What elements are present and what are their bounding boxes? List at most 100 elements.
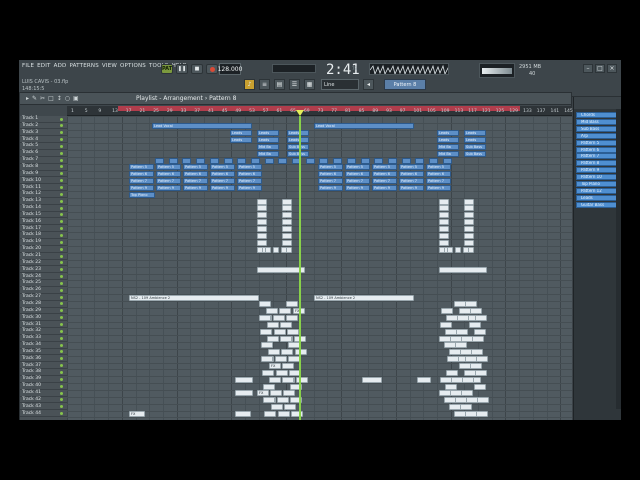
master-pitch-slider[interactable]: [272, 64, 316, 73]
pattern-list-item[interactable]: Guitar Bass: [576, 201, 620, 208]
playlist-clip[interactable]: Pattern 7: [129, 178, 154, 185]
playlist-clip[interactable]: [235, 390, 253, 397]
arrow-left-icon[interactable]: ◂: [363, 79, 374, 90]
playlist-clip[interactable]: [360, 157, 370, 164]
playlist-clip[interactable]: [464, 232, 474, 239]
track-header-row[interactable]: Track 43: [20, 404, 67, 411]
playlist-clip[interactable]: [223, 157, 233, 164]
playlist-clip[interactable]: Pattern 7: [318, 178, 343, 185]
playlist-clip[interactable]: [374, 157, 384, 164]
browser-icon[interactable]: ▦: [304, 79, 315, 90]
playlist-clip[interactable]: Leads: [230, 136, 252, 143]
track-mute-led[interactable]: [60, 268, 63, 272]
playlist-icon[interactable]: ≡: [259, 79, 270, 90]
playlist-clip[interactable]: [460, 404, 472, 411]
pattern-list-item[interactable]: Pattern 5: [576, 139, 620, 146]
playlist-clip[interactable]: [415, 157, 425, 164]
track-mute-led[interactable]: [60, 412, 63, 416]
track-header-row[interactable]: Track 41: [20, 390, 67, 397]
playlist-clip[interactable]: Lead Vocal: [152, 123, 252, 130]
track-mute-led[interactable]: [60, 316, 63, 320]
playlist-clip[interactable]: [456, 328, 468, 335]
track-mute-led[interactable]: [60, 220, 63, 224]
playlist-clip[interactable]: [477, 397, 489, 404]
track-mute-led[interactable]: [60, 288, 63, 292]
playlist-clip[interactable]: Leads: [437, 130, 459, 137]
track-header-row[interactable]: Track 6: [20, 150, 67, 157]
pattern-list-item[interactable]: Sub Bass: [576, 125, 620, 132]
track-header-row[interactable]: Track 22: [20, 260, 67, 267]
playlist-clip[interactable]: [282, 226, 292, 232]
menu-edit[interactable]: EDIT: [37, 63, 51, 69]
playlist-clip[interactable]: Pattern 7: [183, 178, 208, 185]
playlist-clip[interactable]: Pattern 9: [399, 184, 424, 191]
playlist-clip[interactable]: Pattern 5: [399, 164, 424, 171]
playlist-clip[interactable]: [362, 376, 382, 383]
snap-selector[interactable]: Line: [321, 79, 359, 90]
pattern-list-item[interactable]: Pattern 9: [576, 167, 620, 174]
track-header-row[interactable]: Track 13: [20, 198, 67, 205]
playlist-clip[interactable]: Pattern 9: [210, 184, 235, 191]
playlist-clip[interactable]: [268, 349, 280, 356]
playlist-clip[interactable]: Pattern 6: [426, 171, 451, 178]
track-mute-led[interactable]: [60, 391, 63, 395]
playlist-clip[interactable]: Top Piano: [129, 191, 155, 198]
playlist-clip[interactable]: [439, 226, 449, 232]
playlist-clip[interactable]: [262, 369, 274, 376]
playlist-clip[interactable]: [474, 383, 486, 390]
playlist-clip[interactable]: Pattern 6: [372, 171, 397, 178]
track-header-row[interactable]: Track 20: [20, 246, 67, 253]
track-mute-led[interactable]: [60, 144, 63, 148]
track-mute-led[interactable]: [60, 192, 63, 196]
playlist-clip[interactable]: Pattern 9: [318, 184, 343, 191]
playlist-clip[interactable]: [455, 342, 467, 349]
track-header-row[interactable]: Track 29: [20, 308, 67, 315]
timeline-ruler[interactable]: 1 5 9 13 17 21 25 29 33 37 41 45 49 53 57 61 65 69 73 77 81 8…: [67, 106, 573, 116]
draw-tool-icon[interactable]: ✎: [32, 95, 37, 102]
playlist-clip[interactable]: [401, 157, 411, 164]
pattern-list-item[interactable]: Arp: [576, 132, 620, 139]
playlist-clip[interactable]: [469, 321, 481, 328]
track-header-row[interactable]: Track 28: [20, 301, 67, 308]
menu-file[interactable]: FILE: [22, 63, 34, 69]
track-mute-led[interactable]: [60, 117, 63, 121]
playlist-clip[interactable]: [282, 198, 292, 205]
playlist-clip[interactable]: [257, 246, 263, 253]
playlist-clip[interactable]: [286, 301, 298, 308]
playlist-clip[interactable]: Pattern 5: [237, 164, 262, 171]
playlist-clip[interactable]: [263, 383, 275, 390]
track-mute-led[interactable]: [60, 158, 63, 162]
playlist-clip[interactable]: [155, 157, 164, 164]
menu-view[interactable]: VIEW: [102, 63, 117, 69]
track-header-row[interactable]: Track 23: [20, 267, 67, 274]
pattern-list-item[interactable]: Pattern 8: [576, 160, 620, 167]
playlist-clip[interactable]: [475, 315, 487, 322]
track-header-row[interactable]: Track 3: [20, 130, 67, 137]
track-header-row[interactable]: Track 44: [20, 411, 67, 418]
playlist-clip[interactable]: [282, 212, 292, 219]
playlist-clip[interactable]: [235, 376, 253, 383]
playlist-clip[interactable]: Leads: [257, 130, 279, 137]
track-header-row[interactable]: Track 26: [20, 287, 67, 294]
playlist-clip[interactable]: [276, 369, 288, 376]
playlist-clip[interactable]: [284, 404, 296, 411]
playlist-clip[interactable]: FX: [269, 363, 281, 369]
playlist-clip[interactable]: [464, 205, 474, 212]
menu-options[interactable]: OPTIONS: [120, 63, 146, 69]
playlist-clip[interactable]: [445, 383, 457, 390]
playlist-clip[interactable]: [283, 390, 295, 397]
playlist-clip[interactable]: Leads: [464, 136, 486, 143]
playlist-clip[interactable]: [282, 376, 294, 383]
select-tool-icon[interactable]: ▸: [26, 95, 29, 102]
pattern-list-scrollbar[interactable]: [616, 109, 621, 409]
playlist-clip[interactable]: [261, 342, 273, 349]
playlist-clip[interactable]: Pattern 6: [156, 171, 181, 178]
playlist-clip[interactable]: Mid Ba: [257, 143, 279, 150]
track-header-row[interactable]: Track 30: [20, 315, 67, 322]
track-mute-led[interactable]: [60, 275, 63, 279]
playlist-clip[interactable]: NS2 - 109 Ambience 2: [129, 294, 259, 301]
playlist-clip[interactable]: [274, 328, 286, 335]
playlist-clip[interactable]: Sub Bass: [464, 150, 486, 157]
playlist-clip[interactable]: [441, 308, 453, 315]
track-mute-led[interactable]: [60, 131, 63, 135]
